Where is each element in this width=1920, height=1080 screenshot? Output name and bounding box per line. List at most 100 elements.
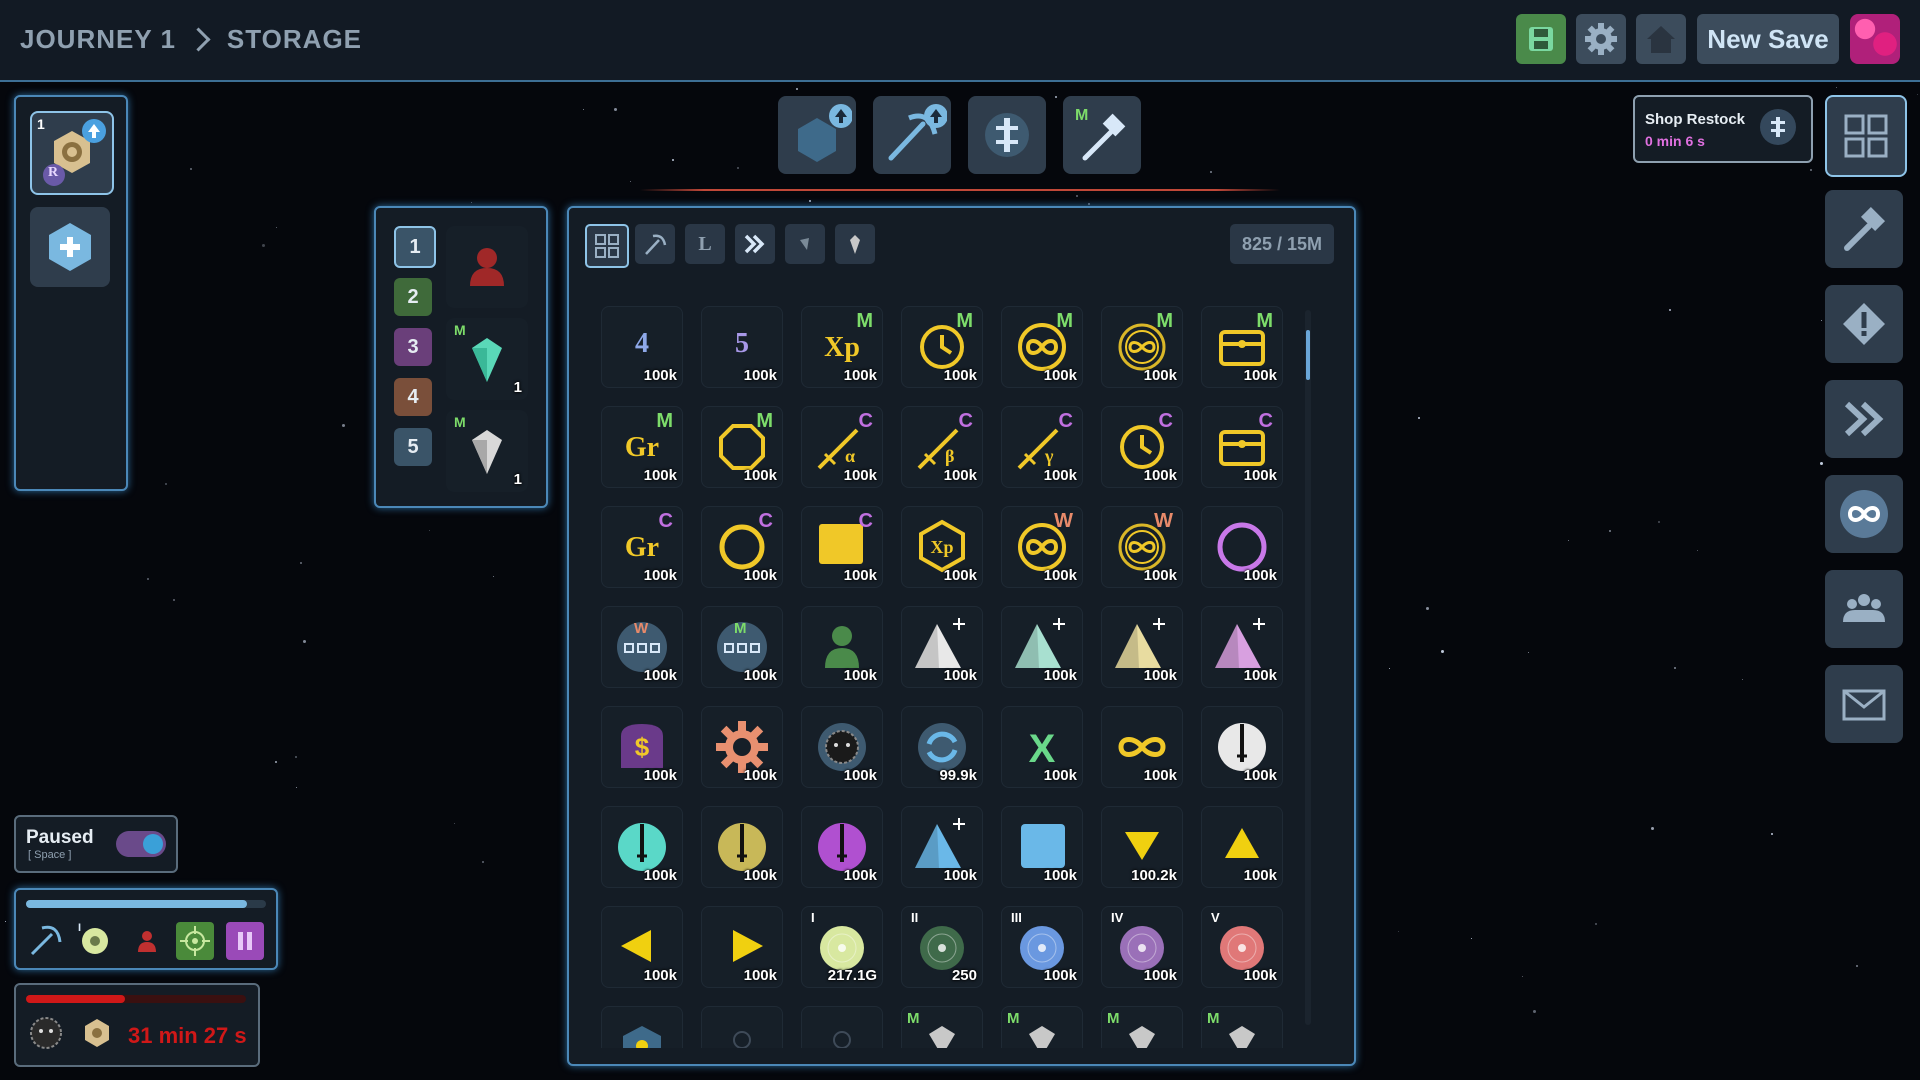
storage-item-cell[interactable]: Gr M 100k [601, 406, 683, 488]
item-count: 100k [943, 667, 977, 684]
storage-item-cell[interactable]: M 100k [1101, 306, 1183, 388]
storage-item-cell[interactable]: M 100k [1201, 306, 1283, 388]
filter-tab-level[interactable]: L [685, 224, 725, 264]
storage-item-cell[interactable]: I 217.1G [801, 906, 883, 988]
settings-button[interactable] [1576, 14, 1626, 64]
storage-item-cell[interactable]: W 100k [1001, 506, 1083, 588]
storage-item-cell[interactable]: C 100k [1201, 406, 1283, 488]
storage-item-cell[interactable] [601, 1006, 683, 1048]
storage-item-cell[interactable]: 100k [601, 806, 683, 888]
target-button[interactable] [176, 922, 214, 960]
storage-item-cell[interactable]: Xp 100k [901, 506, 983, 588]
new-save-button[interactable]: New Save [1697, 14, 1839, 64]
journey-slot-1[interactable]: 1 R [30, 111, 114, 195]
storage-item-cell[interactable]: M [1101, 1006, 1183, 1048]
storage-item-cell[interactable]: α C 100k [801, 406, 883, 488]
storage-item-cell[interactable]: 100k [1201, 806, 1283, 888]
storage-item-cell[interactable]: 5 100k [701, 306, 783, 388]
storage-item-cell[interactable]: 100k [901, 806, 983, 888]
storage-menu-button[interactable] [1825, 95, 1907, 177]
storage-item-cell[interactable]: 4 100k [601, 306, 683, 388]
storage-item-cell[interactable]: III 100k [1001, 906, 1083, 988]
storage-item-cell[interactable]: $100k [601, 706, 683, 788]
mail-menu-button[interactable] [1825, 665, 1903, 743]
storage-item-cell[interactable]: II 250 [901, 906, 983, 988]
storage-item-cell[interactable]: M 100k [701, 606, 783, 688]
storage-item-cell[interactable]: V 100k [1201, 906, 1283, 988]
loadout-tab-5[interactable]: 5 [394, 428, 432, 466]
loadout-tab-2[interactable]: 2 [394, 278, 432, 316]
storage-item-cell[interactable]: X 100k [1001, 706, 1083, 788]
alerts-menu-button[interactable] [1825, 285, 1903, 363]
storage-item-cell[interactable]: 100k [601, 906, 683, 988]
storage-item-cell[interactable]: C 100k [1101, 406, 1183, 488]
item-count: 100k [1243, 867, 1277, 884]
storage-item-cell[interactable]: W 100k [601, 606, 683, 688]
storage-item-cell[interactable]: 100.2k [1101, 806, 1183, 888]
storage-item-cell[interactable]: M [1001, 1006, 1083, 1048]
item-count: 99.9k [939, 767, 977, 784]
storage-item-cell[interactable]: 100k [801, 706, 883, 788]
loadout-tab-1[interactable]: 1 [394, 226, 436, 268]
storage-item-cell[interactable]: 100k [801, 806, 883, 888]
storage-item-cell[interactable]: M [1201, 1006, 1283, 1048]
storage-item-cell[interactable]: 100k [1101, 706, 1183, 788]
storage-item-cell[interactable]: 100k [701, 806, 783, 888]
storage-item-cell[interactable]: C 100k [701, 506, 783, 588]
storage-item-cell[interactable]: 100k [901, 606, 983, 688]
storage-item-cell[interactable]: 100k [1101, 606, 1183, 688]
storage-item-cell[interactable]: Xp M 100k [801, 306, 883, 388]
greek-letter: γ [1045, 446, 1054, 466]
storage-item-cell[interactable]: M [901, 1006, 983, 1048]
tab-shop[interactable] [968, 96, 1046, 174]
tab-craft[interactable]: M [1063, 96, 1141, 174]
storage-item-cell[interactable]: C 100k [801, 506, 883, 588]
storage-item-cell[interactable]: W 100k [1101, 506, 1183, 588]
breadcrumb-journey[interactable]: JOURNEY 1 [20, 24, 176, 55]
scrollbar-thumb[interactable] [1306, 330, 1310, 380]
storage-item-cell[interactable]: 100k [1001, 806, 1083, 888]
storage-item-cell[interactable]: γ C 100k [1001, 406, 1083, 488]
tab-pickaxe-upgrade[interactable] [873, 96, 951, 174]
storage-item-cell[interactable]: M 100k [701, 406, 783, 488]
filter-tab-leaf[interactable] [785, 224, 825, 264]
item-glyph: Gr [624, 432, 660, 463]
community-menu-button[interactable] [1825, 570, 1903, 648]
save-button[interactable] [1516, 14, 1566, 64]
storage-item-cell[interactable]: 100k [1201, 706, 1283, 788]
storage-item-cell[interactable]: 100k [701, 906, 783, 988]
storage-item-cell[interactable]: 100k [801, 606, 883, 688]
player-avatar[interactable] [1850, 14, 1900, 64]
filter-tab-pickaxe[interactable] [635, 224, 675, 264]
add-journey-button[interactable] [30, 207, 110, 287]
storage-item-cell[interactable] [801, 1006, 883, 1048]
storage-item-cell[interactable]: Gr C 100k [601, 506, 683, 588]
loadout-slot-character[interactable] [446, 226, 528, 308]
crafting-menu-button[interactable] [1825, 190, 1903, 268]
storage-item-cell[interactable] [701, 1006, 783, 1048]
storage-item-cell[interactable]: 100k [701, 706, 783, 788]
tab-planet-upgrade[interactable] [778, 96, 856, 174]
storage-item-cell[interactable]: M 100k [901, 306, 983, 388]
storage-item-cell[interactable]: 100k [1201, 506, 1283, 588]
pause-toggle[interactable] [116, 831, 166, 857]
infinity-menu-button[interactable] [1825, 475, 1903, 553]
speed-menu-button[interactable] [1825, 380, 1903, 458]
scrollbar-track[interactable] [1305, 310, 1311, 1025]
loadout-tab-4[interactable]: 4 [394, 378, 432, 416]
storage-item-cell[interactable]: IV 100k [1101, 906, 1183, 988]
loadout-slot-gem-white[interactable]: M 1 [446, 410, 528, 492]
loadout-slot-gem-green[interactable]: M 1 [446, 318, 528, 400]
storage-item-cell[interactable]: 100k [1001, 606, 1083, 688]
loadout-tab-3[interactable]: 3 [394, 328, 432, 366]
storage-item-cell[interactable]: 100k [1201, 606, 1283, 688]
pause-activity-button[interactable] [226, 922, 264, 960]
filter-tab-all[interactable] [585, 224, 629, 268]
filter-tab-gem[interactable] [835, 224, 875, 264]
shop-restock-panel[interactable]: Shop Restock 0 min 6 s [1633, 95, 1813, 163]
storage-item-cell[interactable]: 99.9k [901, 706, 983, 788]
storage-item-cell[interactable]: M 100k [1001, 306, 1083, 388]
home-button[interactable] [1636, 14, 1686, 64]
filter-tab-speed[interactable] [735, 224, 775, 264]
storage-item-cell[interactable]: β C 100k [901, 406, 983, 488]
